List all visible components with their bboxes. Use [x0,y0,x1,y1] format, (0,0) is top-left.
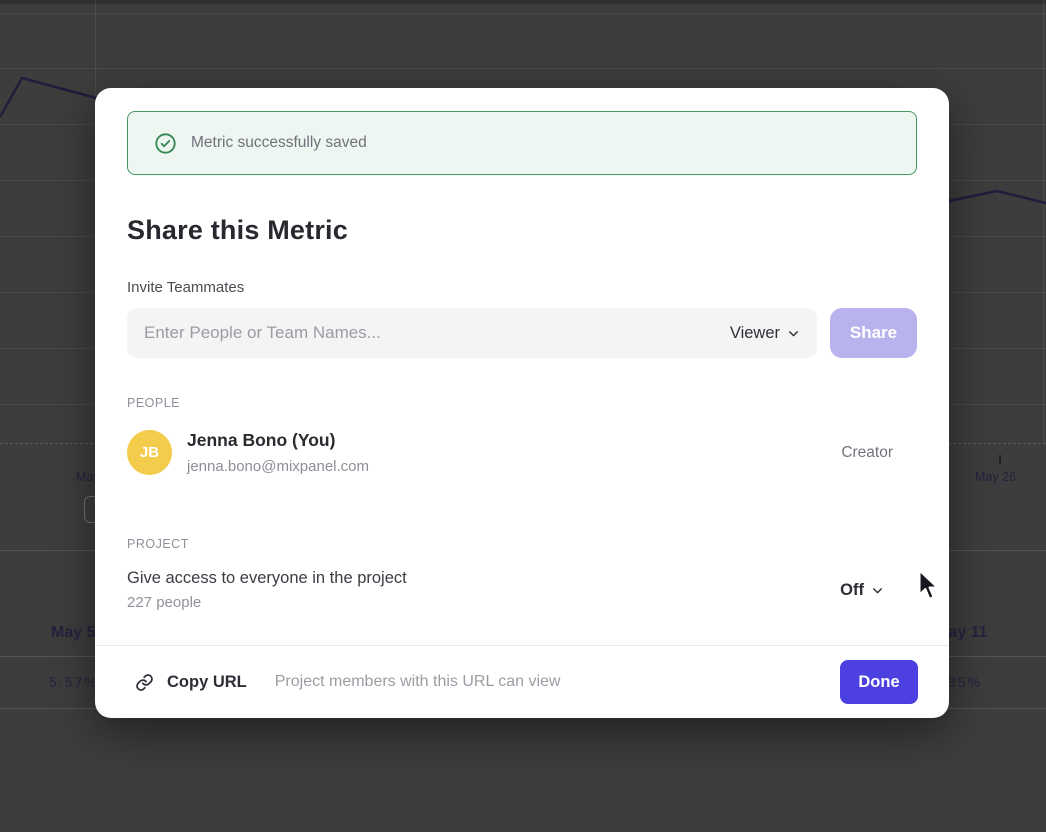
done-button[interactable]: Done [840,660,918,704]
modal-title: Share this Metric [127,215,917,246]
modal-footer: Copy URL Project members with this URL c… [95,645,949,718]
project-access-value: Off [840,581,864,600]
invite-field: Viewer [127,308,817,358]
invite-input[interactable] [127,308,817,358]
success-toast: Metric successfully saved [127,111,917,175]
mouse-cursor-icon [916,569,943,607]
project-row: Give access to everyone in the project 2… [127,569,917,611]
table-date-left: May 5 [51,624,95,642]
invite-row: Viewer Share [127,308,917,358]
person-row: JB Jenna Bono (You) jenna.bono@mixpanel.… [127,430,917,475]
avatar: JB [127,430,172,475]
project-section-label: PROJECT [127,537,917,551]
person-email: jenna.bono@mixpanel.com [187,458,841,475]
project-info: Give access to everyone in the project 2… [127,569,840,611]
chevron-down-icon [787,327,800,340]
share-metric-modal: Metric successfully saved Share this Met… [95,88,949,718]
avatar-initials: JB [140,444,159,461]
table-value-left: 5.57% [49,674,99,690]
project-access-dropdown[interactable]: Off [840,581,884,600]
invite-teammates-label: Invite Teammates [127,279,917,296]
axis-tick [999,455,1001,464]
person-role: Creator [841,444,893,462]
role-select-value: Viewer [730,324,780,343]
chevron-down-icon [871,584,884,597]
x-axis-label-right: May 26 [975,470,1016,484]
share-button[interactable]: Share [830,308,917,358]
person-info: Jenna Bono (You) jenna.bono@mixpanel.com [187,430,841,475]
table-value-right: 35% [948,674,982,690]
check-circle-icon [155,133,176,154]
people-section-label: PEOPLE [127,396,917,410]
toast-message: Metric successfully saved [191,134,367,152]
project-member-count: 227 people [127,594,840,611]
link-icon [135,673,154,692]
person-name: Jenna Bono (You) [187,430,841,451]
footer-helper-text: Project members with this URL can view [275,673,840,691]
copy-url-button[interactable]: Copy URL [167,673,247,692]
role-select-dropdown[interactable]: Viewer [730,308,800,358]
project-access-title: Give access to everyone in the project [127,569,840,588]
